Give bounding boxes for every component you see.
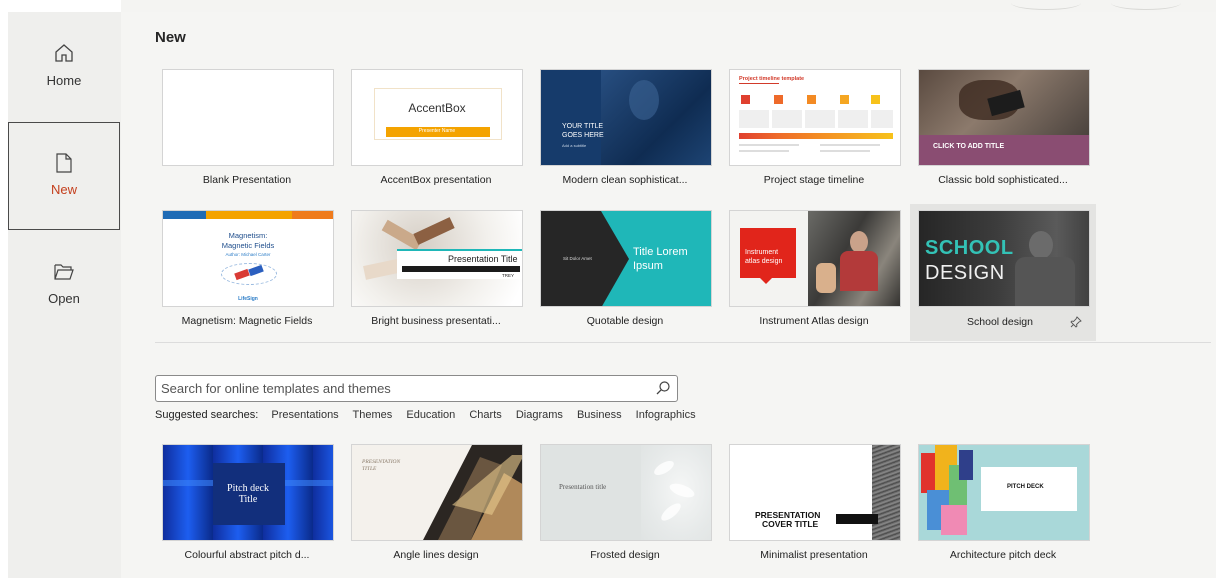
template-caption: Quotable design bbox=[586, 315, 664, 327]
template-thumbnail: Presentation Title TREY bbox=[351, 210, 523, 307]
thumb-title: Title bbox=[238, 494, 258, 505]
thumb-title: PRESENTATION bbox=[362, 459, 401, 465]
pin-icon[interactable] bbox=[1070, 316, 1082, 331]
new-document-icon bbox=[9, 153, 119, 173]
online-template-card-angle-lines[interactable]: PRESENTATION TITLE Angle lines design bbox=[345, 444, 527, 576]
template-card-accentbox[interactable]: AccentBox Presenter Name AccentBox prese… bbox=[345, 69, 527, 201]
decorative-swirl bbox=[1011, 0, 1081, 10]
thumb-title: AccentBox bbox=[408, 101, 466, 115]
backstage-nav: Home New Open bbox=[8, 12, 121, 578]
nav-home-label: Home bbox=[46, 73, 82, 88]
template-caption: Project stage timeline bbox=[763, 174, 865, 186]
template-thumbnail: Magnetism: Magnetic Fields Author: Micha… bbox=[162, 210, 334, 307]
thumb-title: Magnetism: bbox=[228, 231, 268, 240]
template-card-modern-clean[interactable]: YOUR TITLE GOES HERE Add a subtitle Mode… bbox=[534, 69, 716, 201]
template-thumbnail: Presentation title bbox=[540, 444, 712, 541]
template-card-classic-bold[interactable]: CLICK TO ADD TITLE Classic bold sophisti… bbox=[912, 69, 1094, 201]
template-thumbnail: YOUR TITLE GOES HERE Add a subtitle bbox=[540, 69, 712, 166]
template-card-instrument-atlas[interactable]: Instrument atlas design Instrument Atlas… bbox=[723, 210, 905, 342]
template-caption: AccentBox presentation bbox=[380, 174, 492, 186]
nav-new[interactable]: New bbox=[8, 122, 120, 230]
thumb-title: DESIGN bbox=[925, 262, 1005, 284]
online-template-card-frosted[interactable]: Presentation title Frosted design bbox=[534, 444, 716, 576]
thumb-title: CLICK TO ADD TITLE bbox=[933, 143, 1005, 150]
thumb-title: atlas design bbox=[745, 258, 783, 265]
thumb-subtitle: Presenter Name bbox=[418, 128, 456, 134]
template-thumbnail: AccentBox Presenter Name bbox=[351, 69, 523, 166]
template-thumbnail: PITCH DECK bbox=[918, 444, 1090, 541]
template-thumbnail: PRESENTATION TITLE bbox=[351, 444, 523, 541]
suggestion-presentations[interactable]: Presentations bbox=[271, 409, 338, 421]
template-card-school[interactable]: SCHOOL DESIGN School design bbox=[910, 204, 1096, 341]
thumb-title: PITCH DECK bbox=[1007, 484, 1044, 490]
suggestion-business[interactable]: Business bbox=[577, 409, 622, 421]
search-input[interactable] bbox=[161, 376, 641, 401]
thumb-title: Project timeline template bbox=[739, 76, 805, 82]
nav-open[interactable]: Open bbox=[8, 262, 120, 370]
template-card-magnetism[interactable]: Magnetism: Magnetic Fields Author: Micha… bbox=[156, 210, 338, 342]
online-template-card-minimalist[interactable]: PRESENTATION COVER TITLE Minimalist pres… bbox=[723, 444, 905, 576]
template-caption: Frosted design bbox=[590, 549, 660, 561]
open-folder-icon bbox=[8, 262, 120, 282]
template-thumbnail: Instrument atlas design bbox=[729, 210, 901, 307]
thumb-subtitle: TREY bbox=[502, 273, 515, 278]
nav-open-label: Open bbox=[48, 291, 80, 306]
template-caption: Colourful abstract pitch d... bbox=[184, 549, 310, 561]
thumb-title: COVER TITLE bbox=[762, 519, 819, 529]
template-caption: Classic bold sophisticated... bbox=[938, 174, 1068, 186]
thumb-logo: LifeSign bbox=[238, 296, 258, 302]
decorative-swirl bbox=[1111, 0, 1181, 10]
template-caption: Minimalist presentation bbox=[760, 549, 868, 561]
home-icon bbox=[8, 42, 120, 64]
search-icon[interactable] bbox=[655, 380, 671, 401]
template-caption: Magnetism: Magnetic Fields bbox=[181, 315, 313, 327]
thumb-label: Sit Dolor Amet bbox=[563, 256, 592, 261]
template-thumbnail bbox=[162, 69, 334, 166]
section-divider bbox=[155, 342, 1211, 343]
suggestion-education[interactable]: Education bbox=[406, 409, 455, 421]
template-caption: Blank Presentation bbox=[202, 174, 292, 186]
thumb-title: Presentation title bbox=[559, 483, 607, 491]
template-thumbnail: CLICK TO ADD TITLE bbox=[918, 69, 1090, 166]
thumb-title: GOES HERE bbox=[562, 132, 604, 139]
thumb-title: Presentation Title bbox=[448, 254, 518, 264]
suggestion-charts[interactable]: Charts bbox=[469, 409, 501, 421]
thumb-title: Pitch deck bbox=[227, 483, 269, 494]
suggestion-themes[interactable]: Themes bbox=[353, 409, 393, 421]
template-search bbox=[155, 375, 678, 402]
template-caption: Modern clean sophisticat... bbox=[562, 174, 688, 186]
thumb-title: Ipsum bbox=[633, 260, 663, 272]
thumb-subtitle: Add a subtitle bbox=[562, 143, 587, 148]
template-card-project-timeline[interactable]: Project timeline template Project stage … bbox=[723, 69, 905, 201]
suggested-searches: Suggested searches: Presentations Themes… bbox=[155, 409, 707, 421]
thumb-title: YOUR TITLE bbox=[562, 123, 604, 130]
thumb-subtitle: Author: Michael Carter bbox=[225, 252, 271, 257]
thumb-title: Magnetic Fields bbox=[221, 241, 275, 250]
thumb-title: SCHOOL bbox=[925, 237, 1014, 259]
template-caption: Instrument Atlas design bbox=[759, 315, 869, 327]
suggestion-diagrams[interactable]: Diagrams bbox=[516, 409, 563, 421]
template-caption: School design bbox=[967, 316, 1033, 328]
template-thumbnail: Sit Dolor Amet Title Lorem Ipsum bbox=[540, 210, 712, 307]
thumb-title: Title Lorem bbox=[633, 246, 688, 258]
top-strip bbox=[121, 0, 1216, 12]
page-title: New bbox=[155, 29, 186, 46]
template-card-blank[interactable]: Blank Presentation bbox=[156, 69, 338, 201]
nav-new-label: New bbox=[50, 182, 77, 197]
template-card-quotable[interactable]: Sit Dolor Amet Title Lorem Ipsum Quotabl… bbox=[534, 210, 716, 342]
template-thumbnail: SCHOOL DESIGN bbox=[918, 210, 1090, 307]
template-thumbnail: PRESENTATION COVER TITLE bbox=[729, 444, 901, 541]
thumb-title: Instrument bbox=[745, 249, 779, 256]
template-thumbnail: Pitch deck Title bbox=[162, 444, 334, 541]
thumb-title: TITLE bbox=[362, 466, 377, 472]
template-card-bright-business[interactable]: Presentation Title TREY Bright business … bbox=[345, 210, 527, 342]
template-caption: Architecture pitch deck bbox=[949, 549, 1057, 561]
online-template-card-colourful-pitch[interactable]: Pitch deck Title Colourful abstract pitc… bbox=[156, 444, 338, 576]
template-caption: Bright business presentati... bbox=[371, 315, 501, 327]
suggestion-infographics[interactable]: Infographics bbox=[636, 409, 696, 421]
template-caption: Angle lines design bbox=[393, 549, 479, 561]
online-template-card-architecture[interactable]: PITCH DECK Architecture pitch deck bbox=[912, 444, 1094, 576]
suggested-searches-label: Suggested searches: bbox=[155, 409, 259, 421]
template-thumbnail: Project timeline template bbox=[729, 69, 901, 166]
